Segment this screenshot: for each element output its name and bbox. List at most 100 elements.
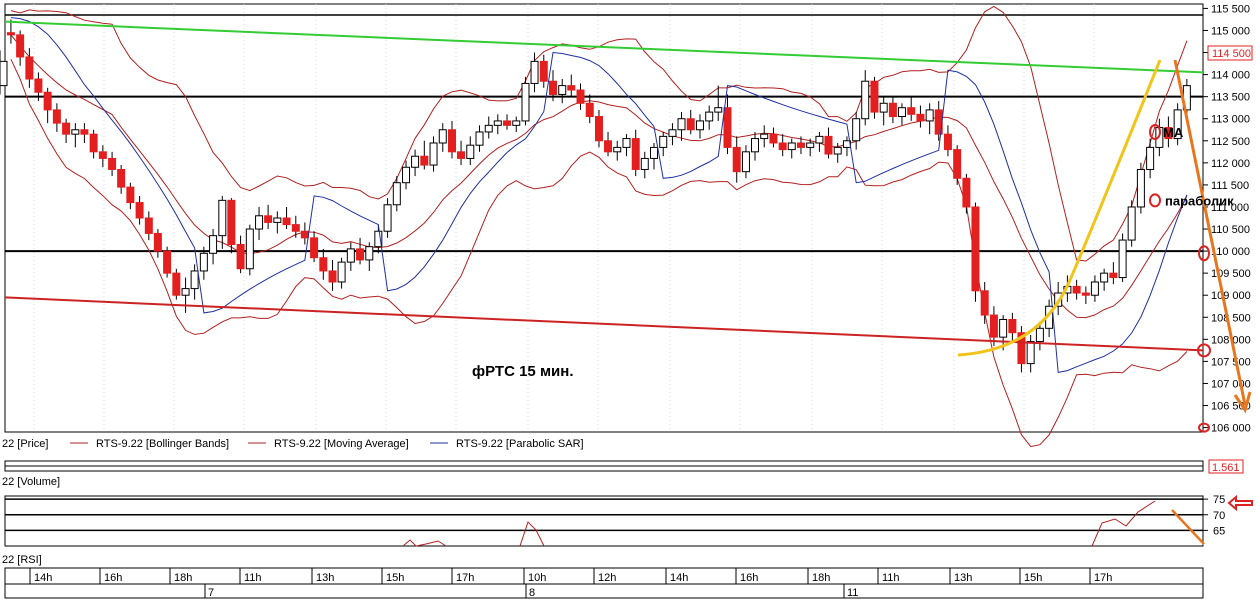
candle-up [1136,168,1145,208]
price-tick-label: 110 000 [1211,246,1250,258]
candle-down [356,248,365,261]
hour-label: 11h [244,572,262,584]
candle-down [1081,292,1090,296]
candle-up [741,151,750,173]
candle-up [521,82,530,122]
candle-up [209,235,218,254]
candle-down [953,149,962,179]
hour-label: 10h [528,572,546,584]
candle-down [824,135,833,155]
candle-up [787,142,796,151]
rsi-legend: 22 [RSI] [2,554,42,566]
hour-label: 16h [104,572,122,584]
candle-up [760,133,769,140]
candle-down [264,215,273,223]
last-price-label: 114 500 [1212,48,1251,60]
rsi-tick-label: 75 [1213,494,1225,506]
candle-down [117,168,126,188]
price-tick-label: 109 000 [1211,290,1251,302]
price-tick-label: 107 500 [1211,356,1251,368]
candle-up [622,138,631,148]
candle-down [163,250,172,274]
candle-down [686,118,695,131]
candle-down [723,107,732,148]
candle-down [778,142,787,151]
candle-up [879,102,888,113]
candle-down [98,151,107,159]
candle-up [999,318,1008,338]
rsi-tick-label: 65 [1213,525,1225,537]
candle-down [576,89,585,104]
candle-up [402,166,411,184]
candle-up [0,60,8,87]
hour-label: 17h [1094,572,1112,584]
candle-down [989,314,998,338]
candle-up [750,138,759,153]
candle-down [16,34,25,58]
candle-down [907,107,916,115]
candle-up [1127,206,1136,241]
candle-down [732,146,741,173]
candle-down [585,102,594,118]
price-panel[interactable] [4,3,1204,433]
candle-up [659,135,668,148]
candle-up [1118,239,1127,279]
hour-label: 11h [882,572,900,584]
candle-up [273,217,282,223]
hour-label: 13h [954,572,972,584]
rsi-panel[interactable] [4,495,1204,547]
candle-down [888,102,897,118]
volume-value-label: 1.561 [1212,462,1240,474]
candle-up [255,215,264,230]
candle-up [190,270,199,290]
candle-down [631,138,640,170]
candle-up [861,80,870,120]
hour-label: 14h [34,572,52,584]
candle-down [52,109,61,124]
candle-up [649,146,658,159]
rsi-tick-label: 70 [1213,510,1225,522]
price-tick-label: 112 000 [1211,158,1250,170]
hour-label: 18h [174,572,192,584]
chart-root: 106 000106 500107 000107 500108 000108 5… [0,0,1257,601]
candle-up [493,120,502,126]
price-tick-label: 114 000 [1211,70,1250,82]
hour-label: 14h [670,572,688,584]
candle-down [870,80,879,113]
candle-up [429,142,438,166]
hour-label: 12h [598,572,616,584]
candle-down [80,129,89,135]
candle-up [199,252,208,272]
candle-down [34,78,43,93]
candle-up [475,131,484,146]
candle-down [962,177,971,208]
candle-down [503,120,512,126]
price-tick-label: 110 500 [1211,224,1250,236]
price-tick-label: 115 000 [1211,25,1250,37]
annotation-ma: МА [1163,125,1184,140]
candle-down [971,206,980,292]
candle-down [1008,318,1017,334]
candle-up [530,60,539,84]
hour-label: 15h [386,572,404,584]
candle-up [218,199,227,237]
candle-up [438,129,447,144]
price-tick-label: 107 000 [1211,378,1251,390]
candle-up [365,246,374,261]
candle-down [916,113,925,122]
candle-up [705,111,714,122]
price-tick-label: 113 000 [1211,114,1250,126]
candle-down [236,243,245,270]
candle-down [43,91,52,111]
day-label: 7 [208,587,214,599]
candle-up [484,124,493,133]
candle-up [1100,272,1109,283]
volume-legend: 22 [Volume] [2,476,60,488]
hour-label: 17h [456,572,474,584]
candle-down [448,129,457,153]
candle-up [806,142,815,148]
candle-down [567,85,576,91]
candle-up [512,120,521,126]
candle-up [833,146,842,155]
candle-down [291,224,300,232]
